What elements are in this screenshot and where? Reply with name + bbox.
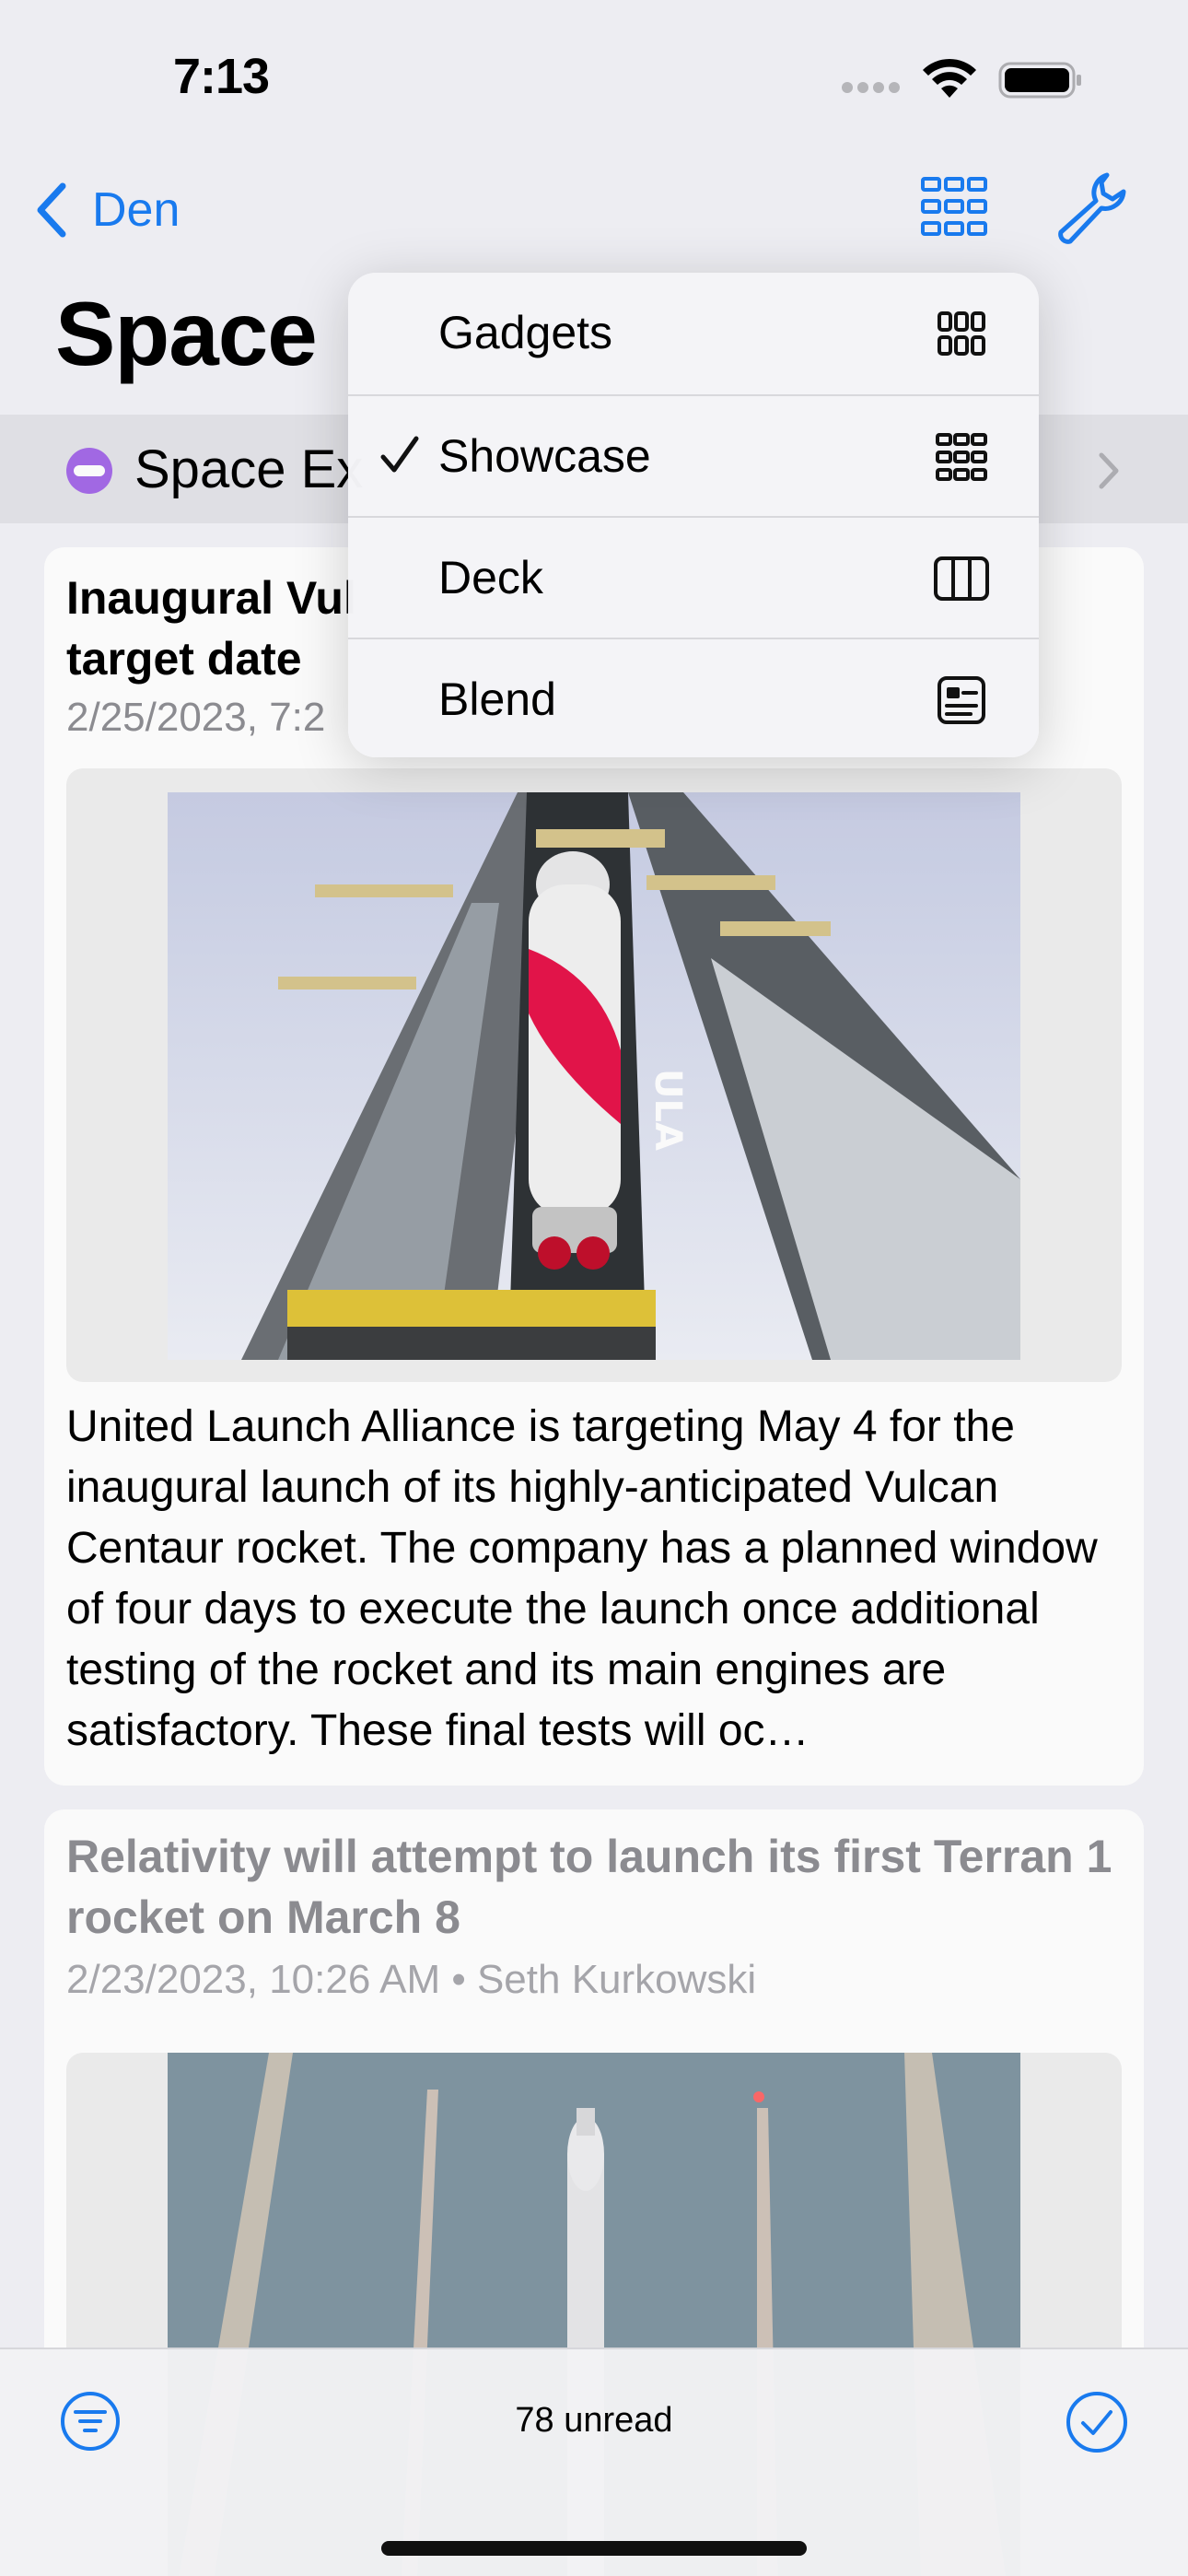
grid-3x3-rows-icon (936, 433, 987, 481)
menu-item-deck[interactable]: Deck (348, 516, 1039, 638)
menu-item-label: Showcase (438, 430, 651, 482)
columns-icon (934, 556, 989, 601)
layout-menu: Gadgets Showcase Deck Blend (348, 273, 1039, 757)
menu-item-label: Gadgets (438, 307, 613, 358)
menu-item-showcase[interactable]: Showcase (348, 394, 1039, 516)
menu-item-gadgets[interactable]: Gadgets (348, 273, 1039, 394)
checkmark-icon (380, 436, 419, 473)
card-text-icon (938, 676, 985, 724)
menu-item-label: Blend (438, 673, 556, 725)
menu-item-label: Deck (438, 552, 543, 603)
grid-3x2-icon (938, 311, 985, 356)
menu-item-blend[interactable]: Blend (348, 638, 1039, 757)
